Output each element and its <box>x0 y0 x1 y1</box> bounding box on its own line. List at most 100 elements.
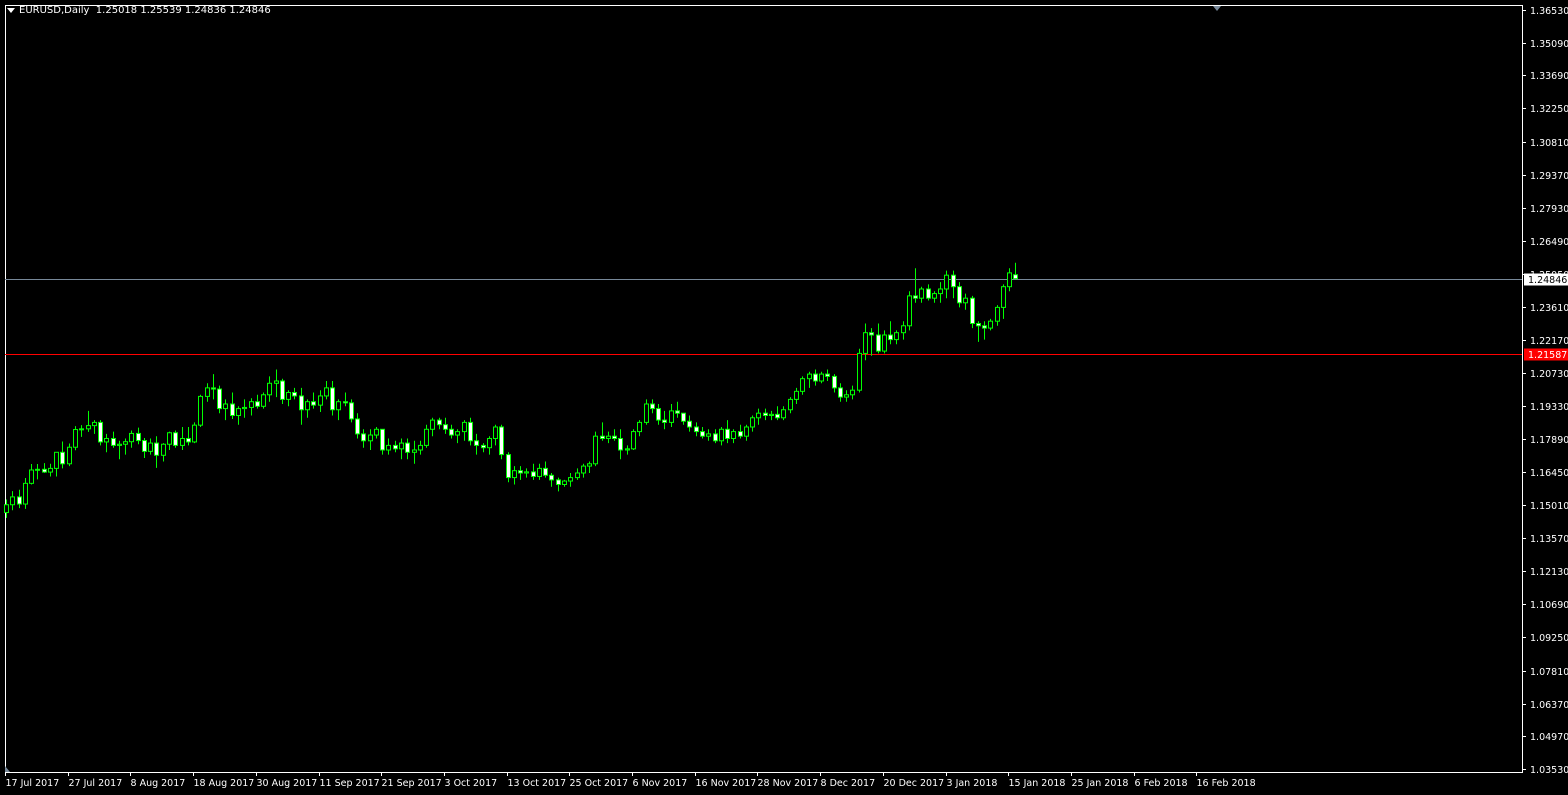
candle-body <box>192 424 197 443</box>
x-tick-label: 21 Sep 2017 <box>382 778 442 789</box>
candle-body <box>10 496 15 506</box>
y-tick-label: 1.36530 <box>1530 6 1568 17</box>
candle-body <box>23 482 28 505</box>
candle-body <box>42 468 47 473</box>
candle-body <box>951 274 956 288</box>
chart-window[interactable]: 1.36530 1.35090 1.33690 1.32250 1.30810 1.293… <box>0 0 1568 795</box>
candle-body <box>299 395 304 411</box>
dropdown-arrow-icon[interactable] <box>7 7 15 13</box>
candle-body <box>418 444 423 451</box>
plot-frame <box>5 5 1523 773</box>
candle-body <box>1001 286 1006 308</box>
candle-body <box>656 408 661 421</box>
candle-body <box>982 325 987 329</box>
candle-body <box>744 426 749 437</box>
candle-body <box>524 471 529 474</box>
candle-body <box>4 504 9 514</box>
candle-body <box>148 442 153 452</box>
x-tick-label: 11 Sep 2017 <box>320 778 380 789</box>
candle-body <box>894 332 899 341</box>
candle-body <box>205 387 210 397</box>
candle-body <box>324 387 329 397</box>
candle-body <box>161 443 166 456</box>
candle-body <box>857 352 862 391</box>
candle-body <box>807 373 812 380</box>
candle-body <box>988 320 993 329</box>
y-tick-label: 1.10690 <box>1530 600 1568 611</box>
bid-price-label: 1.24846 <box>1528 275 1567 286</box>
candle-body <box>355 418 360 435</box>
level-price-label: 1.21587 <box>1528 350 1567 361</box>
candle-body <box>318 395 323 406</box>
candle-body <box>838 387 843 398</box>
candle-body <box>543 467 548 476</box>
candle-body <box>612 435 617 439</box>
candle-body <box>687 420 692 428</box>
candle-body <box>380 428 385 451</box>
candle-body <box>35 468 40 471</box>
candle-body <box>650 403 655 410</box>
candle-body <box>236 408 241 416</box>
candle-body <box>518 470 523 474</box>
candle-body <box>863 332 868 354</box>
candle-body <box>186 437 191 443</box>
candle-body <box>374 428 379 436</box>
chart-shift-marker-icon[interactable] <box>1213 6 1221 11</box>
candle-body <box>932 293 937 299</box>
candle-body <box>136 432 141 442</box>
candle-body <box>756 412 761 419</box>
y-tick-label: 1.26490 <box>1530 237 1568 248</box>
candle-body <box>468 421 473 442</box>
candle-body <box>223 403 228 410</box>
candle-body <box>368 434 373 442</box>
candle-body <box>669 410 674 423</box>
candle-body <box>286 391 291 400</box>
x-tick-label: 13 Oct 2017 <box>508 778 567 789</box>
candle-body <box>412 449 417 453</box>
candle-body <box>587 463 592 467</box>
x-tick-label: 16 Nov 2017 <box>696 778 757 789</box>
candle-body <box>386 444 391 451</box>
candle-body <box>637 421 642 433</box>
candle-body <box>775 413 780 419</box>
y-tick-label: 1.16450 <box>1530 468 1568 479</box>
candle-body <box>54 451 59 469</box>
y-tick-label: 1.22170 <box>1530 336 1568 347</box>
candle-body <box>493 426 498 439</box>
candlestick-chart[interactable]: 1.36530 1.35090 1.33690 1.32250 1.30810 1.293… <box>0 0 1568 795</box>
candle-body <box>850 389 855 396</box>
candle-body <box>938 288 943 295</box>
candle-body <box>399 442 404 450</box>
candle-body <box>644 403 649 423</box>
candle-body <box>67 446 72 465</box>
candle-body <box>869 332 874 336</box>
candle-body <box>154 442 159 456</box>
scroll-marker-icon <box>5 766 10 772</box>
candle-body <box>92 421 97 427</box>
candle-body <box>430 419 435 430</box>
candle-body <box>393 444 398 450</box>
candle-body <box>631 431 636 450</box>
candle-body <box>512 470 517 479</box>
candle-body <box>198 395 203 426</box>
candle-body <box>455 431 460 436</box>
candle-body <box>104 437 109 443</box>
candle-body <box>217 388 222 410</box>
candle-body <box>1007 272 1012 288</box>
y-tick-label: 1.06370 <box>1530 700 1568 711</box>
candle-body <box>800 378 805 392</box>
y-tick-label: 1.23610 <box>1530 303 1568 314</box>
candle-body <box>336 401 341 411</box>
candle-body <box>913 295 918 299</box>
candle-body <box>825 373 830 377</box>
x-tick-label: 20 Dec 2017 <box>884 778 945 789</box>
x-tick-label: 15 Jan 2018 <box>1009 778 1066 789</box>
y-tick-label: 1.19330 <box>1530 402 1568 413</box>
y-tick-label: 1.17890 <box>1530 435 1568 446</box>
x-tick-label: 25 Oct 2017 <box>570 778 629 789</box>
y-tick-label: 1.09250 <box>1530 633 1568 644</box>
x-tick-label: 16 Feb 2018 <box>1197 778 1256 789</box>
candle-body <box>844 394 849 398</box>
candle-body <box>675 410 680 414</box>
candle-body <box>832 375 837 389</box>
